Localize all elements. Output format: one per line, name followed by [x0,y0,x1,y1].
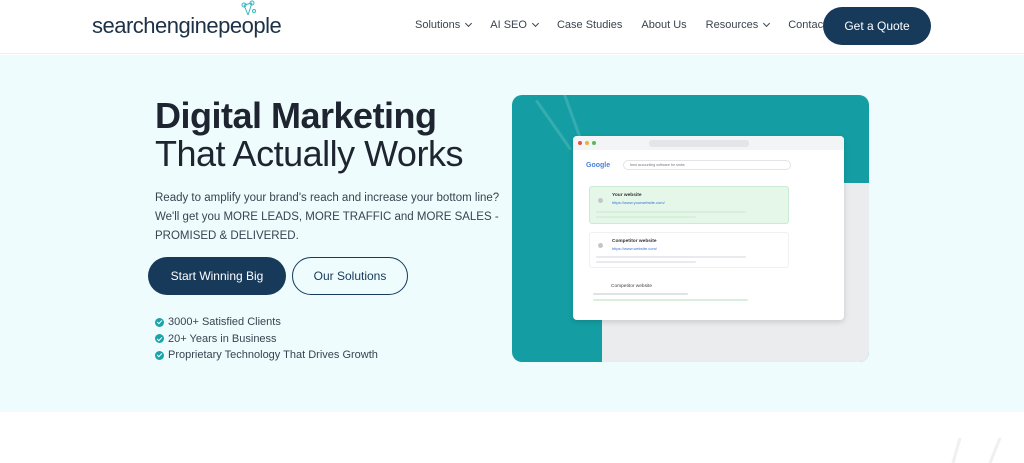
nav-item-about-us[interactable]: About Us [641,19,686,31]
search-result-competitor: Competitor website https://www.website.c… [589,232,789,268]
nav-label: About Us [641,19,687,31]
google-search-row: Google best accounting software for smbs [586,160,792,170]
hero-illustration: Google best accounting software for smbs… [512,95,869,362]
browser-toolbar [573,136,844,150]
site-logo[interactable]: searchengine pe o ple [92,0,282,39]
start-winning-big-button[interactable]: Start Winning Big [148,257,286,295]
benefit-item: Proprietary Technology That Drives Growt… [155,347,378,364]
favicon-icon [598,198,603,203]
chevron-down-icon [531,19,539,28]
minimize-dot-icon [585,141,589,145]
glare-line [535,99,572,151]
result-snippet-line [593,299,748,301]
benefit-text: Proprietary Technology That Drives Growt… [168,349,378,362]
result-title: Competitor website [611,284,653,289]
close-dot-icon [578,141,582,145]
result-title: Competitor website [612,239,657,244]
google-logo: Google [586,161,611,169]
benefit-list: 3000+ Satisfied Clients 20+ Years in Bus… [155,314,378,364]
benefit-item: 20+ Years in Business [155,331,378,348]
hero-section: Digital Marketing That Actually Works Re… [0,55,1024,412]
chevron-down-icon [763,19,771,28]
result-url: https://www.website.com/ [612,246,657,251]
logo-text-c: ple [253,13,282,38]
decorative-mark [951,437,1002,463]
nav-item-resources[interactable]: Resources [705,19,771,31]
nav-item-solutions[interactable]: Solutions [415,19,473,31]
search-result-your-website: Your website https://www.yourwebsite.com… [589,186,789,224]
hero-subtitle: Ready to amplify your brand's reach and … [155,192,500,242]
nav-item-case-studies[interactable]: Case Studies [557,19,622,31]
google-search-box: best accounting software for smbs [623,160,792,170]
check-circle-icon [155,317,164,327]
nav-item-ai-seo[interactable]: AI SEO [490,19,539,31]
get-a-quote-button[interactable]: Get a Quote [823,7,931,45]
nav-label: Resources [705,19,759,31]
check-circle-icon [155,334,164,344]
browser-url-bar [649,139,749,147]
result-snippet-line [596,211,746,213]
maximize-dot-icon [592,141,596,145]
result-url: https://www.yourwebsite.com/ [612,200,665,205]
nav-label: AI SEO [490,19,527,31]
benefit-text: 3000+ Satisfied Clients [168,316,281,329]
favicon-icon [598,243,603,248]
benefit-text: 20+ Years in Business [168,332,277,345]
nav-label: Case Studies [556,19,623,31]
main-nav: Solutions AI SEO Case Studies About Us R… [415,19,862,31]
result-snippet-line [596,256,746,258]
result-snippet-line [593,293,688,295]
hero-title-regular: That Actually Works [155,133,463,174]
site-header: searchengine pe o ple Solutions AI SEO Cas… [0,0,1024,54]
logo-o-icon: o [241,0,256,39]
chevron-down-icon [465,19,473,28]
logo-text-a: searchengine [92,13,219,38]
check-circle-icon [155,350,164,360]
result-title: Your website [612,193,642,198]
our-solutions-button[interactable]: Our Solutions [292,257,408,295]
logo-text-b: pe [218,13,242,38]
benefit-item: 3000+ Satisfied Clients [155,314,378,331]
result-snippet-line [596,261,696,263]
browser-mockup: Google best accounting software for smbs… [573,136,844,320]
hero-title-bold: Digital Marketing [155,95,437,136]
result-snippet-line [596,216,696,218]
nav-label: Solutions [415,19,461,31]
